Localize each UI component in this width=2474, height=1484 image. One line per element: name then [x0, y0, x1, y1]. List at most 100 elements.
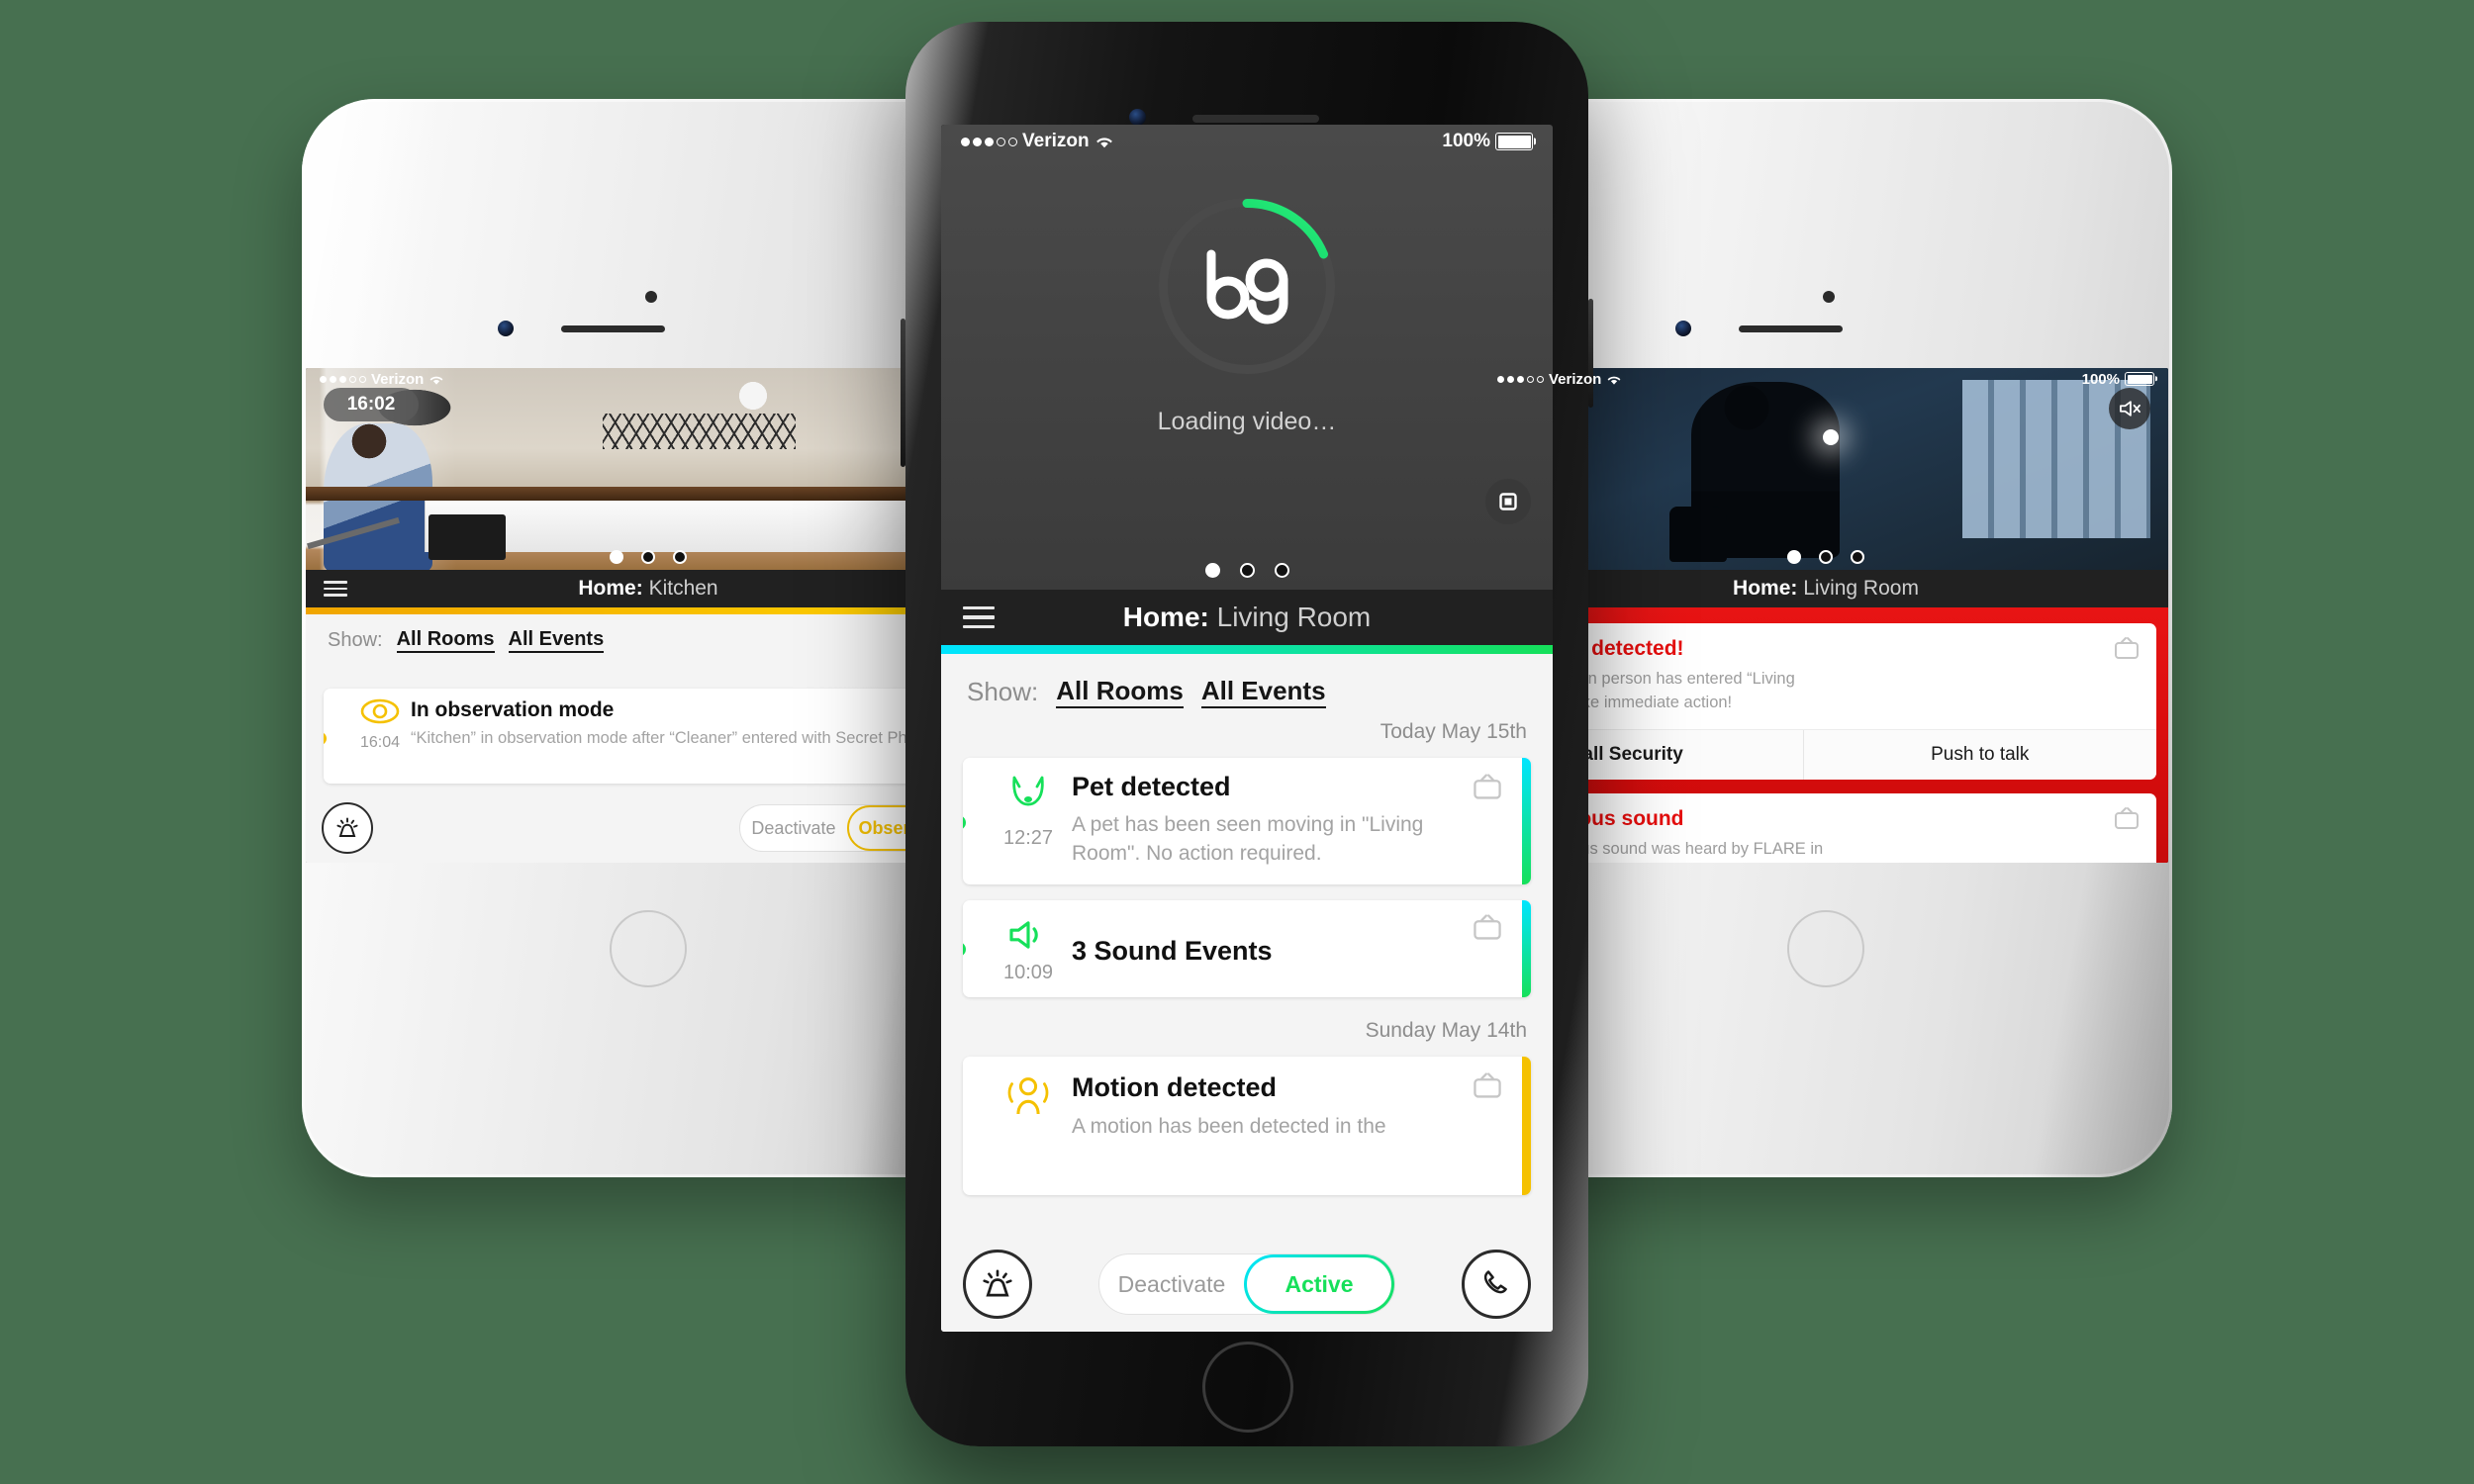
toggle-deactivate[interactable]: Deactivate	[740, 805, 847, 851]
wifi-icon	[1095, 138, 1112, 148]
event-body: Pet detected A pet has been seen moving …	[1072, 772, 1462, 869]
fullscreen-button[interactable]	[1485, 479, 1531, 524]
proximity-sensor-icon	[1823, 291, 1835, 303]
filter-all-rooms[interactable]: All Rooms	[396, 628, 495, 653]
filter-label: Show:	[967, 677, 1039, 706]
alert-title: Dangerous sound	[1507, 806, 1684, 830]
wifi-icon	[429, 376, 443, 385]
event-icon-wrap: 12:27	[985, 772, 1072, 850]
toggle-deactivate[interactable]: Deactivate	[1099, 1254, 1244, 1314]
home-button[interactable]	[1202, 1342, 1293, 1433]
carousel-dot-3[interactable]	[1274, 563, 1289, 578]
event-icon-wrap: 16:04	[349, 698, 411, 752]
toggle-active[interactable]: Active	[1244, 1254, 1394, 1314]
front-camera-icon	[498, 321, 514, 336]
tv-icon[interactable]	[1472, 772, 1503, 801]
volume-buttons[interactable]	[901, 319, 905, 467]
push-to-talk-button[interactable]: Push to talk	[1802, 729, 2157, 780]
event-icon-wrap	[985, 1072, 1072, 1128]
power-button[interactable]	[1588, 299, 1593, 408]
carousel-dot-2[interactable]	[1819, 550, 1833, 564]
left-status-bar: Verizon	[306, 368, 991, 390]
center-filter-row: Show: All Rooms All Events	[941, 654, 1553, 714]
filter-all-events[interactable]: All Events	[1200, 676, 1326, 708]
center-status-bar: Verizon 100%	[941, 125, 1553, 158]
center-accent-bar	[941, 645, 1553, 654]
call-button[interactable]	[1462, 1250, 1531, 1319]
carousel-dot-1[interactable]	[1204, 563, 1220, 578]
carrier-name: Verizon	[1022, 131, 1090, 151]
right-status-left: Verizon	[1497, 371, 1622, 388]
filter-all-rooms[interactable]: All Rooms	[1056, 676, 1184, 708]
right-status-right: 100%	[2082, 371, 2154, 388]
tv-icon[interactable]	[1472, 1070, 1503, 1100]
event-title: In observation mode	[411, 698, 615, 721]
left-title-prefix: Home:	[578, 577, 643, 600]
battery-percent: 100%	[1442, 131, 1490, 151]
event-row: 16:04 In observation mode “Kitchen” in o…	[324, 689, 991, 784]
event-body: 3 Sound Events	[1072, 936, 1462, 967]
carousel-dot-1[interactable]	[610, 550, 623, 564]
fullscreen-icon	[1499, 493, 1517, 510]
battery-percent: 100%	[2081, 370, 2120, 388]
event-card[interactable]: 12:27 Pet detected A pet has been seen m…	[963, 758, 1531, 884]
carousel-dot-3[interactable]	[1851, 550, 1864, 564]
left-accent-bar	[306, 607, 991, 614]
carousel-dot-1[interactable]	[1787, 550, 1801, 564]
mute-button[interactable]	[2109, 388, 2150, 429]
center-video-feed[interactable]: Loading video…	[941, 125, 1553, 590]
left-room-title: Home: Kitchen	[306, 577, 991, 601]
earpiece-speaker	[1739, 325, 1843, 332]
event-title: Motion detected	[1072, 1072, 1277, 1102]
loading-text: Loading video…	[1157, 408, 1337, 435]
carousel-dot-2[interactable]	[1239, 563, 1255, 578]
left-carousel-dots[interactable]	[306, 550, 991, 564]
earpiece-speaker	[561, 325, 665, 332]
front-camera-icon	[1129, 109, 1146, 126]
siren-icon	[336, 817, 358, 837]
right-carousel-dots[interactable]	[1483, 550, 2168, 564]
eye-icon	[360, 698, 400, 724]
phone-icon	[1483, 1270, 1507, 1294]
mode-toggle[interactable]: Deactivate Active	[1098, 1253, 1395, 1315]
event-card[interactable]: Motion detected A motion has been detect…	[963, 1057, 1531, 1195]
event-desc: A pet has been seen moving in "Living Ro…	[1072, 813, 1424, 866]
home-button[interactable]	[610, 910, 687, 987]
event-stripe	[1522, 758, 1531, 884]
event-desc: “Kitchen” in observation mode after “Cle…	[411, 729, 939, 747]
left-title-bar: Home: Kitchen	[306, 570, 991, 607]
signal-strength-icon	[320, 375, 366, 383]
right-title-prefix: Home:	[1733, 577, 1798, 600]
alarm-button[interactable]	[963, 1250, 1032, 1319]
tv-icon[interactable]	[1472, 912, 1503, 942]
center-title-bar: Home: Living Room	[941, 590, 1553, 645]
proximity-sensor-icon	[645, 291, 657, 303]
event-stripe	[1522, 900, 1531, 997]
event-desc: A motion has been detected in the	[1072, 1115, 1386, 1138]
center-event-list[interactable]: Show: All Rooms All Events Today May 15t…	[941, 654, 1553, 1332]
pet-icon	[1012, 776, 1044, 806]
event-card[interactable]: 16:04 In observation mode “Kitchen” in o…	[324, 689, 991, 784]
phone-center-screen: Loading video… Verizon 100% Home: Living…	[941, 125, 1553, 1332]
home-button[interactable]	[1787, 910, 1864, 987]
filter-all-events[interactable]: All Events	[508, 628, 605, 653]
left-date-header: Today	[306, 657, 991, 685]
motion-icon	[1007, 1077, 1049, 1115]
carousel-dot-2[interactable]	[641, 550, 655, 564]
carousel-dot-3[interactable]	[673, 550, 687, 564]
left-video-feed[interactable]: 16:02	[306, 368, 991, 570]
center-date-header-2: Sunday May 14th	[1365, 1019, 1527, 1042]
event-card[interactable]: 10:09 3 Sound Events	[963, 900, 1531, 997]
left-title-room: Kitchen	[648, 577, 718, 600]
earpiece-speaker	[1192, 115, 1319, 123]
alarm-button[interactable]	[322, 802, 373, 854]
center-carousel-dots[interactable]	[941, 563, 1553, 578]
left-event-list[interactable]: Show: All Rooms All Events Today 16:04 I…	[306, 614, 991, 863]
left-bottom-bar: Deactivate Observation	[306, 793, 991, 863]
carrier-name: Verizon	[371, 370, 425, 388]
tv-icon	[2115, 637, 2139, 659]
speaker-icon	[1009, 920, 1038, 949]
event-body: Motion detected A motion has been detect…	[1072, 1072, 1462, 1141]
center-date-header: Today May 15th	[1380, 720, 1527, 743]
app-mockup-stage: 16:02 Verizon Home: Kitchen Show: All Ro…	[0, 0, 2474, 1484]
